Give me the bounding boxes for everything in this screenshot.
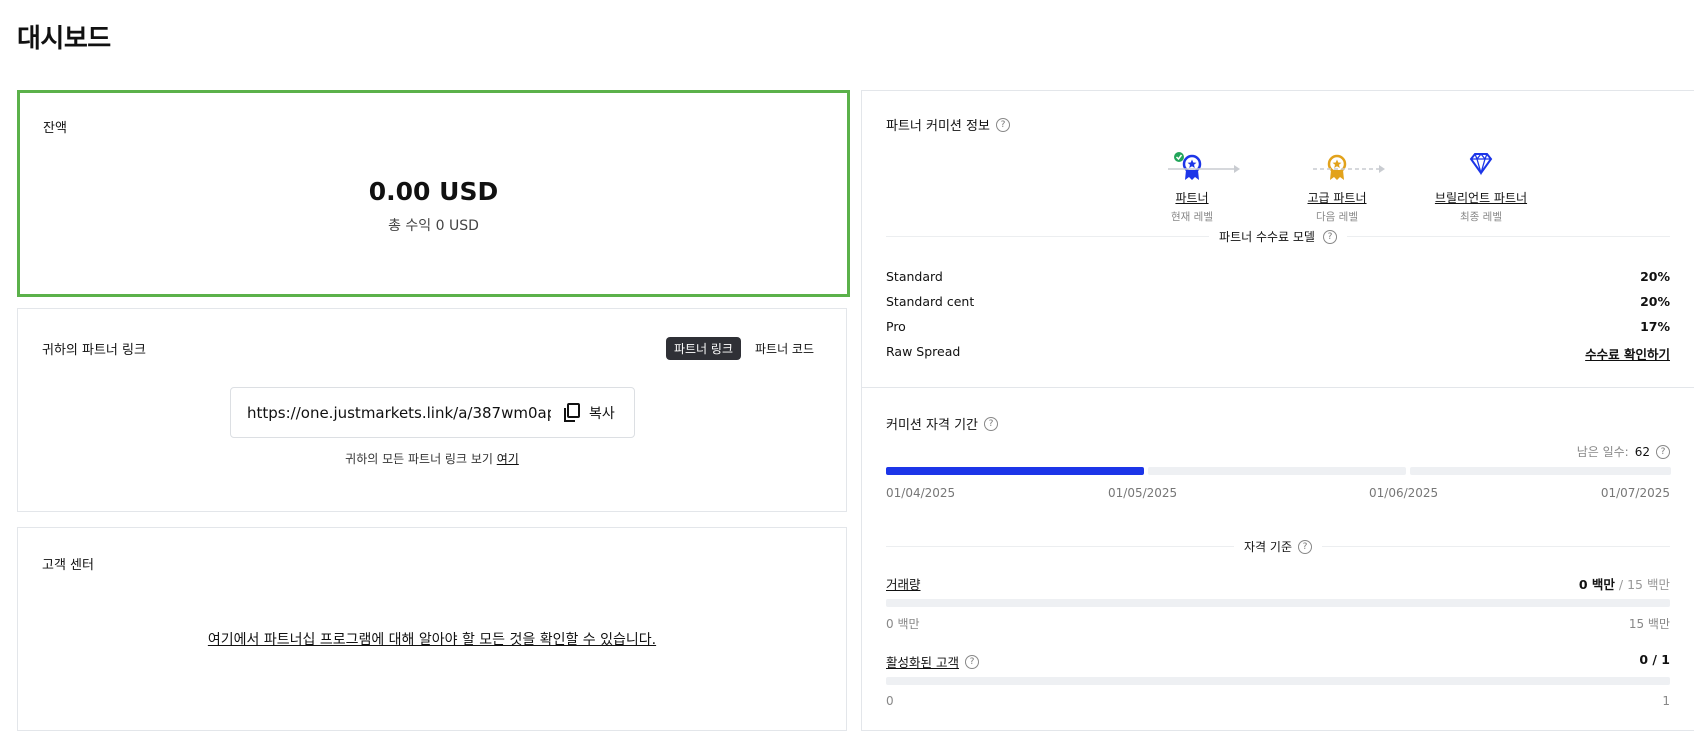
- criteria-divider: 자격 기준 ?: [886, 538, 1670, 555]
- copy-icon: [564, 402, 580, 422]
- period-progress-segment: [886, 467, 1144, 475]
- partner-link-url[interactable]: https://one.justmarkets.link/a/387wm0api…: [247, 404, 551, 422]
- balance-total: 총 수익 0 USD: [388, 218, 479, 234]
- criteria-title: 자격 기준: [1244, 540, 1292, 554]
- customer-center-card: 고객 센터 여기에서 파트너십 프로그램에 대해 알아야 할 모든 것을 확인할…: [17, 527, 847, 731]
- help-icon[interactable]: ?: [984, 416, 998, 431]
- period-progress-segment: [1410, 467, 1671, 475]
- volume-target: / 15 백만: [1618, 577, 1670, 592]
- fee-value: 20%: [1640, 269, 1670, 284]
- fee-row: Standard 20%: [886, 269, 1670, 284]
- volume-scale: 0 백만 15 백만: [886, 615, 1670, 632]
- help-icon[interactable]: ?: [964, 654, 979, 669]
- remaining-value: 62: [1634, 444, 1650, 459]
- diamond-icon: [1469, 152, 1493, 176]
- arrow-icon: [1313, 165, 1385, 173]
- level-sub: 다음 레벨: [1316, 211, 1358, 223]
- volume-max: 15 백만: [1628, 617, 1670, 631]
- customer-center-title: 고객 센터: [42, 558, 94, 573]
- link-type-toggle: 파트너 링크 파트너 코드: [665, 337, 822, 360]
- fee-name: Standard cent: [886, 294, 975, 309]
- all-links-link[interactable]: 여기: [497, 452, 519, 466]
- volume-bar: [886, 599, 1670, 607]
- fee-model-title: 파트너 수수료 모델: [1219, 230, 1315, 244]
- fee-name: Pro: [886, 319, 906, 334]
- level-brilliant[interactable]: 브릴리언트 파트너 최종 레벨: [1421, 151, 1541, 224]
- clients-value: 0 / 1: [1639, 652, 1670, 667]
- level-sub: 현재 레벨: [1171, 211, 1213, 223]
- volume-value: 0 백만: [1578, 577, 1615, 592]
- period-progress-segment: [1148, 467, 1406, 475]
- fee-name: Standard: [886, 269, 943, 284]
- level-name: 파트너: [1175, 191, 1209, 205]
- clients-max: 1: [1662, 694, 1670, 708]
- level-partner[interactable]: 파트너 현재 레벨: [1132, 151, 1252, 224]
- period-date: 01/07/2025: [1600, 486, 1670, 500]
- balance-amount: 0.00 USD: [368, 177, 499, 206]
- help-icon[interactable]: ?: [1297, 539, 1312, 554]
- page-title: 대시보드: [17, 24, 111, 54]
- level-sub: 최종 레벨: [1460, 211, 1502, 223]
- commission-title: 파트너 커미션 정보: [886, 119, 990, 134]
- fee-value: 20%: [1640, 294, 1670, 309]
- tab-partner-code[interactable]: 파트너 코드: [747, 337, 822, 360]
- customer-center-link[interactable]: 여기에서 파트너십 프로그램에 대해 알아야 할 모든 것을 확인할 수 있습니…: [208, 632, 656, 648]
- arrow-icon: [1168, 165, 1240, 173]
- partner-link-card: 귀하의 파트너 링크 파트너 링크 파트너 코드 https://one.jus…: [17, 308, 847, 512]
- clients-row: 활성화된 고객 ? 0 / 1: [886, 652, 1670, 671]
- remaining-days: 남은 일수: 62 ?: [1577, 443, 1670, 460]
- fee-model-divider: 파트너 수수료 모델 ?: [886, 228, 1670, 245]
- help-icon[interactable]: ?: [1656, 444, 1670, 459]
- balance-title: 잔액: [43, 121, 67, 136]
- volume-label[interactable]: 거래량: [886, 574, 921, 593]
- commission-info-card: 파트너 커미션 정보 ? 파트너 현재 레벨 고급 파트너 다음 레벨 브릴리언…: [861, 90, 1694, 388]
- help-icon[interactable]: ?: [1322, 229, 1337, 244]
- level-name: 고급 파트너: [1307, 191, 1367, 205]
- fee-row: Raw Spread 수수료 확인하기: [886, 344, 1670, 363]
- volume-min: 0 백만: [886, 617, 920, 631]
- fee-value: 17%: [1640, 319, 1670, 334]
- period-date: 01/04/2025: [886, 486, 956, 500]
- period-progress-fill: [886, 467, 1144, 475]
- clients-min: 0: [886, 694, 894, 708]
- balance-card: 잔액 0.00 USD 총 수익 0 USD: [17, 90, 850, 297]
- all-links-line: 귀하의 모든 파트너 링크 보기 여기: [18, 450, 846, 467]
- partner-link-field[interactable]: https://one.justmarkets.link/a/387wm0api…: [230, 387, 635, 438]
- qualification-card: 커미션 자격 기간 ? 남은 일수: 62 ? 01/04/2025 01/05…: [861, 387, 1694, 731]
- fee-name: Raw Spread: [886, 344, 961, 359]
- tab-partner-link[interactable]: 파트너 링크: [665, 337, 741, 360]
- clients-bar: [886, 677, 1670, 685]
- period-date: 01/06/2025: [1369, 486, 1439, 500]
- all-links-text: 귀하의 모든 파트너 링크 보기: [345, 452, 493, 466]
- copy-button[interactable]: 복사: [563, 402, 615, 423]
- volume-row: 거래량 0 백만 / 15 백만: [886, 574, 1670, 593]
- fee-row: Pro 17%: [886, 319, 1670, 334]
- level-name: 브릴리언트 파트너: [1434, 191, 1528, 205]
- qualification-title: 커미션 자격 기간: [886, 418, 978, 433]
- copy-label: 복사: [589, 405, 615, 422]
- level-advanced[interactable]: 고급 파트너 다음 레벨: [1277, 151, 1397, 224]
- clients-label[interactable]: 활성화된 고객: [886, 652, 959, 671]
- fee-row: Standard cent 20%: [886, 294, 1670, 309]
- partner-link-title: 귀하의 파트너 링크: [42, 343, 146, 358]
- check-fees-link[interactable]: 수수료 확인하기: [1585, 344, 1670, 363]
- help-icon[interactable]: ?: [995, 117, 1010, 132]
- partner-levels: 파트너 현재 레벨 고급 파트너 다음 레벨 브릴리언트 파트너 최종 레벨: [862, 151, 1694, 223]
- remaining-label: 남은 일수:: [1576, 445, 1629, 459]
- period-date: 01/05/2025: [1108, 486, 1178, 500]
- clients-scale: 0 1: [886, 694, 1670, 708]
